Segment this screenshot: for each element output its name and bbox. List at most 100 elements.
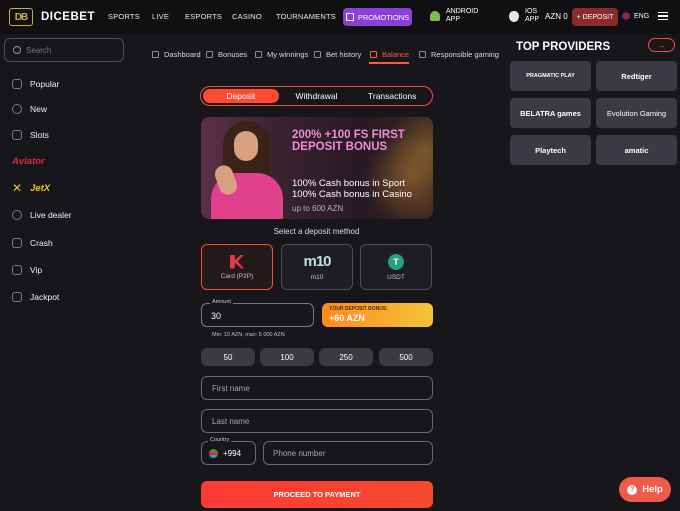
bonus-banner[interactable]: 200% +100 FS FIRST DEPOSIT BONUS 100% Ca… — [201, 117, 433, 219]
sidebar-item-jackpot[interactable]: Jackpot — [12, 292, 59, 302]
banner-line-casino: 100% Cash bonus in Casino — [292, 189, 412, 200]
subnav-bonuses[interactable]: Bonuses — [206, 50, 247, 59]
provider-belatra[interactable]: BELATRA games — [510, 98, 591, 128]
quick-amount-100[interactable]: 100 — [260, 348, 314, 366]
quick-amount-50[interactable]: 50 — [201, 348, 255, 366]
banner-subtitle: up to 600 AZN — [292, 204, 344, 213]
proceed-to-payment-button[interactable]: PROCEED TO PAYMENT — [201, 481, 433, 508]
sidebar-item-live-dealer[interactable]: Live dealer — [12, 210, 72, 220]
android-app-link[interactable]: ANDROID APP — [430, 8, 478, 24]
help-label: Help — [642, 484, 663, 495]
phone-number-field[interactable]: Phone number — [263, 441, 433, 465]
sidebar-item-label: New — [30, 104, 48, 114]
subnav-balance[interactable]: Balance — [370, 50, 409, 59]
method-label: m10 — [310, 274, 324, 281]
method-card-p2p[interactable]: Card (P2P) — [201, 244, 273, 290]
country-label: Country — [208, 437, 232, 443]
nav-tournaments[interactable]: TOURNAMENTS — [276, 12, 336, 21]
amount-limits-hint: Min: 10 AZN, max: 5 000 AZN — [212, 332, 285, 338]
first-name-field[interactable]: First name — [201, 376, 433, 400]
dealer-icon — [12, 210, 22, 220]
amount-input[interactable]: 30 — [211, 311, 221, 321]
amount-field[interactable]: Amount 30 — [201, 299, 314, 327]
android-app-label-2: APP — [446, 16, 461, 23]
sidebar-item-label: Crash — [30, 238, 53, 248]
sidebar-item-new[interactable]: New — [12, 104, 47, 114]
dashboard-icon — [152, 51, 159, 58]
crown-icon — [12, 265, 22, 275]
deposit-method-title: Select a deposit method — [273, 227, 360, 236]
header-deposit-button[interactable]: + DEPOSIT — [572, 8, 618, 26]
tether-icon: T — [388, 253, 404, 270]
wallet-icon — [370, 51, 377, 58]
top-bar: DB DICEBET SPORTS LIVE ESPORTS CASINO TO… — [0, 0, 680, 34]
hamburger-menu-icon[interactable] — [658, 12, 668, 20]
gift-icon — [345, 13, 354, 21]
tab-transactions[interactable]: Transactions — [354, 89, 430, 103]
cherries-icon — [12, 130, 22, 140]
subnav-label: Balance — [382, 50, 410, 59]
quick-amount-500[interactable]: 500 — [379, 348, 433, 366]
providers-next-arrow-icon[interactable]: → — [648, 38, 675, 52]
provider-redtiger[interactable]: Redtiger — [596, 61, 677, 91]
sidebar-item-aviator[interactable]: Aviator — [12, 156, 45, 167]
nav-esports[interactable]: ESPORTS — [185, 12, 222, 21]
language-selector[interactable]: ENG — [622, 12, 649, 20]
last-name-field[interactable]: Last name — [201, 409, 433, 433]
subnav-my-winnings[interactable]: My winnings — [255, 50, 308, 59]
banner-line-sport: 100% Cash bonus in Sport — [292, 178, 406, 189]
ios-app-link[interactable]: IOS APP — [509, 8, 539, 24]
sidebar-item-label: Slots — [30, 130, 49, 140]
tab-deposit[interactable]: Deposit — [203, 89, 279, 103]
sidebar-item-crash[interactable]: Crash — [12, 238, 53, 248]
bonus-caption: YOUR DEPOSIT BONUS: — [329, 306, 388, 312]
apple-icon — [509, 10, 519, 22]
shield-icon — [419, 51, 426, 58]
provider-evolution-gaming[interactable]: Evolution Gaming — [596, 98, 677, 128]
nav-live[interactable]: LIVE — [152, 12, 169, 21]
subnav-label: Bet history — [326, 50, 362, 59]
help-button[interactable]: ? Help — [619, 477, 671, 502]
sidebar-item-vip[interactable]: Vip — [12, 265, 42, 275]
chart-up-icon — [12, 238, 22, 248]
trophy-icon — [255, 51, 262, 58]
nav-sports[interactable]: SPORTS — [108, 12, 140, 21]
sidebar-item-popular[interactable]: Popular — [12, 79, 59, 89]
country-code-select[interactable]: Country +994 — [201, 437, 256, 465]
method-usdt[interactable]: T USDT — [360, 244, 432, 290]
jetx-logo: JetX — [30, 182, 51, 194]
search-input[interactable] — [26, 45, 116, 55]
android-app-label: ANDROID — [446, 8, 479, 15]
help-icon: ? — [627, 484, 638, 495]
tab-withdrawal[interactable]: Withdrawal — [279, 89, 355, 103]
provider-amatic[interactable]: amatic — [596, 135, 677, 165]
subnav-label: Bonuses — [218, 50, 248, 59]
subnav-label: Dashboard — [164, 50, 201, 59]
search-icon — [13, 46, 21, 54]
jackpot-icon — [12, 292, 22, 302]
flame-icon — [12, 79, 22, 89]
logo-text: DICEBET — [41, 11, 95, 23]
uk-flag-icon — [622, 12, 630, 20]
promotions-button[interactable]: PROMOTIONS — [343, 8, 412, 26]
method-m10[interactable]: m10 m10 — [281, 244, 353, 290]
search-box[interactable] — [4, 38, 124, 62]
subnav-bet-history[interactable]: Bet history — [314, 50, 361, 59]
subnav-responsible-gaming[interactable]: Responsible gaming — [419, 50, 499, 59]
balance-amount[interactable]: AZN 0 — [545, 12, 568, 21]
sidebar-item-slots[interactable]: Slots — [12, 130, 49, 140]
banner-model-face — [234, 131, 258, 161]
ios-app-label-2: APP — [525, 16, 540, 23]
jetx-x-icon: ✕ — [12, 181, 23, 195]
logo[interactable]: DB DICEBET — [9, 8, 95, 26]
provider-pragmatic-play[interactable]: PRAGMATIC PLAY — [510, 61, 591, 91]
amount-label: Amount — [210, 299, 233, 305]
sidebar-item-label: Live dealer — [30, 210, 72, 220]
nav-casino[interactable]: CASINO — [232, 12, 262, 21]
card-brand-icon — [230, 254, 244, 269]
banner-title: 200% +100 FS FIRST DEPOSIT BONUS — [292, 129, 405, 153]
quick-amount-250[interactable]: 250 — [319, 348, 373, 366]
subnav-dashboard[interactable]: Dashboard — [152, 50, 201, 59]
sidebar-item-jetx[interactable]: ✕ JetX — [12, 181, 50, 195]
provider-playtech[interactable]: Playtech — [510, 135, 591, 165]
